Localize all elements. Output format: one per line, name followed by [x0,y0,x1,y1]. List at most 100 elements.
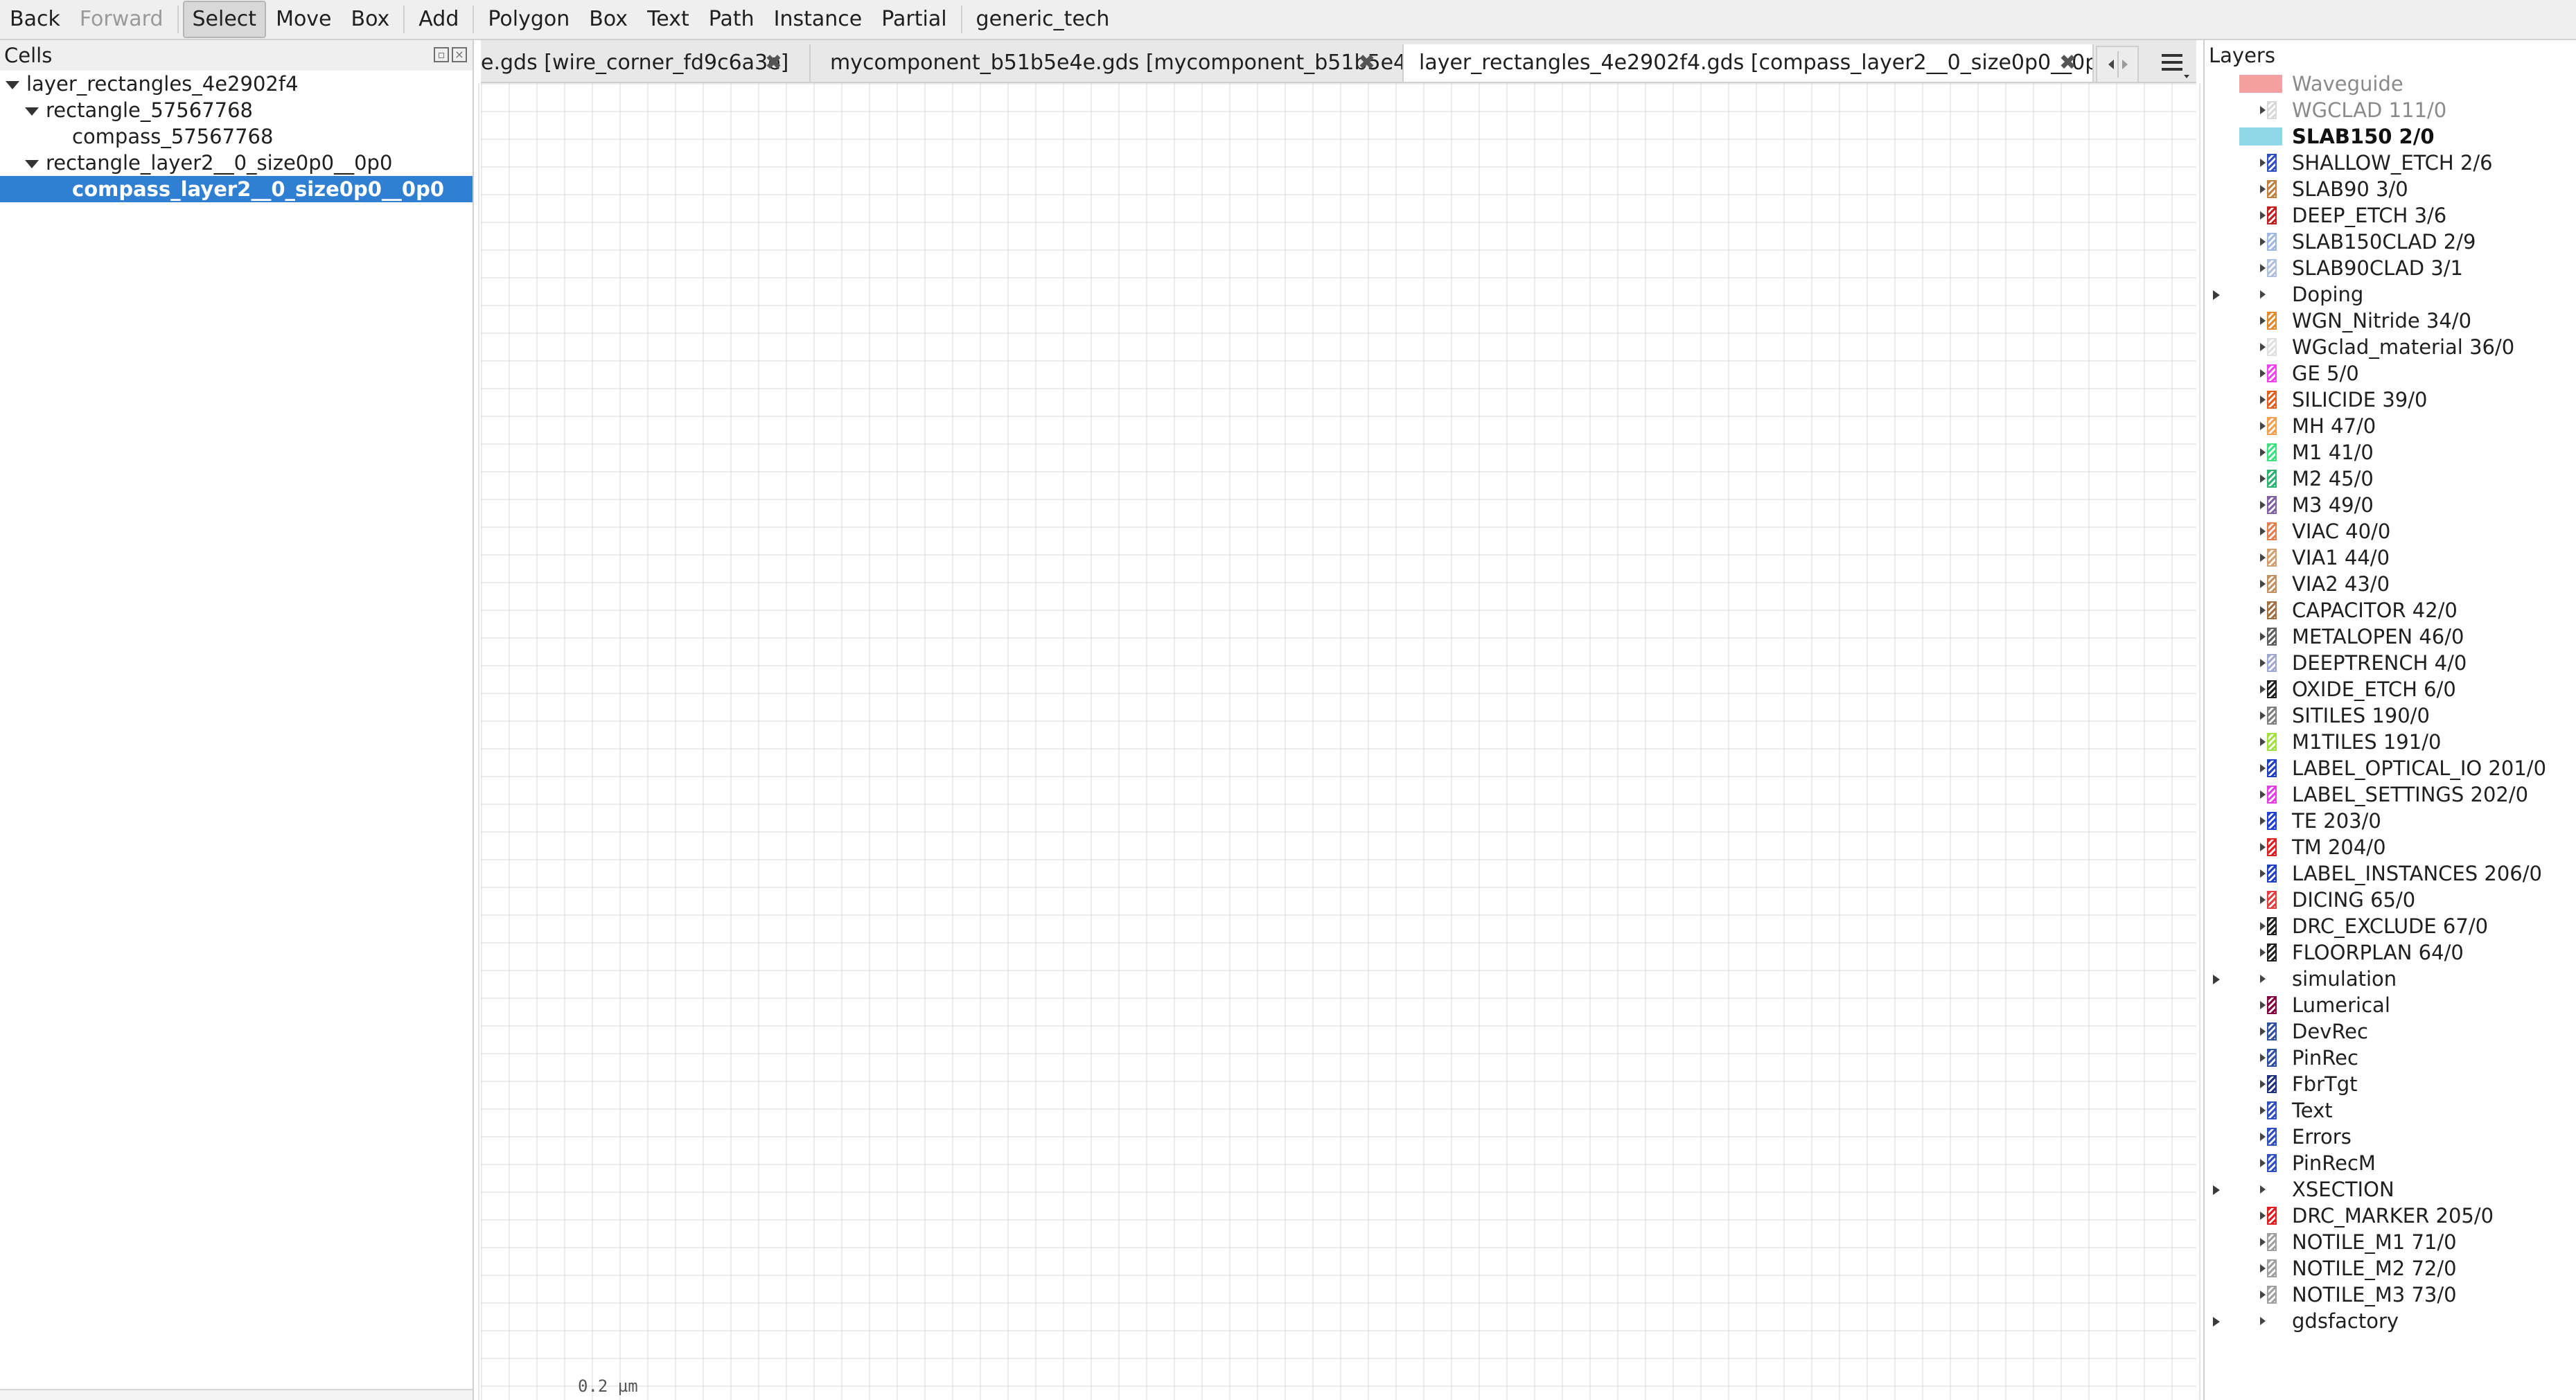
technology-selector[interactable]: generic_tech [967,1,1120,38]
layer-visibility-arrow-icon[interactable] [2260,448,2266,457]
tab-list-menu-icon[interactable] [2156,44,2192,83]
layer-visibility-arrow-icon[interactable] [2260,896,2266,904]
layer-row[interactable]: CAPACITOR 42/0 [2205,597,2576,623]
move-mode-button[interactable]: Move [266,1,341,38]
layer-visibility-arrow-icon[interactable] [2260,685,2266,693]
layer-row[interactable]: METALOPEN 46/0 [2205,623,2576,650]
layer-row[interactable]: SHALLOW_ETCH 2/6 [2205,150,2576,176]
layer-visibility-arrow-icon[interactable] [2260,843,2266,851]
layer-visibility-arrow-icon[interactable] [2260,290,2266,299]
cell-tree-item[interactable]: layer_rectangles_4e2902f4 [0,71,473,97]
layer-visibility-arrow-icon[interactable] [2260,1238,2266,1246]
layer-row[interactable]: DEEPTRENCH 4/0 [2205,650,2576,676]
layer-visibility-arrow-icon[interactable] [2260,1317,2266,1325]
layer-group-row[interactable]: Doping [2205,281,2576,308]
layer-row[interactable]: DRC_EXCLUDE 67/0 [2205,913,2576,939]
layer-row[interactable]: SLAB90CLAD 3/1 [2205,255,2576,281]
partial-tool-button[interactable]: Partial [872,1,956,38]
layer-visibility-arrow-icon[interactable] [2260,422,2266,430]
expand-triangle-icon[interactable] [25,107,39,116]
layer-row[interactable]: SILICIDE 39/0 [2205,387,2576,413]
layer-row[interactable]: TM 204/0 [2205,834,2576,860]
layer-row[interactable]: DRC_MARKER 205/0 [2205,1203,2576,1229]
layer-row[interactable]: FbrTgt [2205,1071,2576,1097]
cell-tree-item[interactable]: compass_layer2__0_size0p0__0p0 [0,176,473,202]
close-panel-icon[interactable]: × [452,47,467,62]
tab-wire-corner[interactable]: e.gds [wire_corner_fd9c6a3e] ✖ [481,44,811,82]
expand-triangle-icon[interactable] [6,81,19,89]
layer-visibility-arrow-icon[interactable] [2260,764,2266,772]
layer-visibility-arrow-icon[interactable] [2260,1054,2266,1062]
layer-row[interactable]: M2 45/0 [2205,466,2576,492]
cell-tree-item[interactable]: compass_57567768 [0,123,473,150]
layer-visibility-arrow-icon[interactable] [2260,1291,2266,1299]
layer-row[interactable]: Text [2205,1097,2576,1124]
cell-tree-item[interactable]: rectangle_57567768 [0,97,473,123]
layer-visibility-arrow-icon[interactable] [2260,106,2266,114]
layer-row[interactable]: DevRec [2205,1018,2576,1045]
layer-row[interactable]: WGCLAD 111/0 [2205,97,2576,123]
layer-row[interactable]: Lumerical [2205,992,2576,1018]
layer-row[interactable]: M1 41/0 [2205,439,2576,466]
expand-triangle-icon[interactable] [2213,1317,2220,1327]
layer-row[interactable]: VIA1 44/0 [2205,544,2576,571]
layer-row[interactable]: OXIDE_ETCH 6/0 [2205,676,2576,702]
cells-horizontal-scrollbar[interactable] [0,1389,473,1400]
layer-row[interactable]: PinRec [2205,1045,2576,1071]
left-splitter[interactable] [478,83,479,1400]
layer-visibility-arrow-icon[interactable] [2260,475,2266,483]
layout-canvas[interactable]: 0.2 µm [481,83,2196,1400]
polygon-tool-button[interactable]: Polygon [478,1,579,38]
layer-visibility-arrow-icon[interactable] [2260,1159,2266,1167]
layer-row[interactable]: DICING 65/0 [2205,887,2576,913]
layer-visibility-arrow-icon[interactable] [2260,211,2266,220]
layer-row[interactable]: LABEL_SETTINGS 202/0 [2205,781,2576,808]
layer-group-row[interactable]: gdsfactory [2205,1308,2576,1334]
layer-visibility-arrow-icon[interactable] [2260,396,2266,404]
add-button[interactable]: Add [409,1,468,38]
layer-visibility-arrow-icon[interactable] [2260,553,2266,562]
layer-visibility-arrow-icon[interactable] [2260,817,2266,825]
select-mode-button[interactable]: Select [182,1,267,38]
layer-visibility-arrow-icon[interactable] [2260,238,2266,246]
right-splitter[interactable] [2199,83,2200,1400]
tab-close-icon[interactable]: ✖ [2059,44,2076,82]
layer-visibility-arrow-icon[interactable] [2260,1027,2266,1036]
layer-visibility-arrow-icon[interactable] [2260,185,2266,193]
tab-close-icon[interactable]: ✖ [765,44,782,82]
layer-visibility-arrow-icon[interactable] [2260,659,2266,667]
layer-row[interactable]: M3 49/0 [2205,492,2576,518]
layer-row[interactable]: FLOORPLAN 64/0 [2205,939,2576,966]
text-tool-button[interactable]: Text [637,1,699,38]
layer-visibility-arrow-icon[interactable] [2260,711,2266,720]
cell-tree-item[interactable]: rectangle_layer2__0_size0p0__0p0 [0,150,473,176]
layer-visibility-arrow-icon[interactable] [2260,922,2266,930]
layer-visibility-arrow-icon[interactable] [2260,738,2266,746]
layer-visibility-arrow-icon[interactable] [2260,1133,2266,1141]
instance-tool-button[interactable]: Instance [764,1,872,38]
layer-visibility-arrow-icon[interactable] [2260,1106,2266,1115]
layer-row[interactable]: GE 5/0 [2205,360,2576,387]
layer-row[interactable]: NOTILE_M1 71/0 [2205,1229,2576,1255]
layer-visibility-arrow-icon[interactable] [2260,527,2266,535]
expand-triangle-icon[interactable] [25,160,39,168]
tab-layer-rectangles[interactable]: layer_rectangles_4e2902f4.gds [compass_l… [1404,44,2094,82]
layer-visibility-arrow-icon[interactable] [2260,869,2266,878]
layer-row[interactable]: NOTILE_M3 73/0 [2205,1282,2576,1308]
layer-row[interactable]: SLAB150 2/0 [2205,123,2576,150]
layer-row[interactable]: LABEL_OPTICAL_IO 201/0 [2205,755,2576,781]
layer-visibility-arrow-icon[interactable] [2260,632,2266,641]
layer-row[interactable]: PinRecM [2205,1150,2576,1176]
expand-triangle-icon[interactable] [2213,975,2220,984]
layer-visibility-arrow-icon[interactable] [2260,501,2266,509]
layer-group-row[interactable]: XSECTION [2205,1176,2576,1203]
box-tool-button[interactable]: Box [579,1,637,38]
layer-visibility-arrow-icon[interactable] [2260,159,2266,167]
layer-row[interactable]: Errors [2205,1124,2576,1150]
tab-scroll-arrows[interactable] [2096,46,2139,83]
layer-visibility-arrow-icon[interactable] [2260,264,2266,272]
layer-visibility-arrow-icon[interactable] [2260,317,2266,325]
layer-row[interactable]: SITILES 190/0 [2205,702,2576,729]
tab-mycomponent[interactable]: mycomponent_b51b5e4e.gds [mycomponent_b5… [811,44,1404,82]
layer-visibility-arrow-icon[interactable] [2260,1001,2266,1009]
